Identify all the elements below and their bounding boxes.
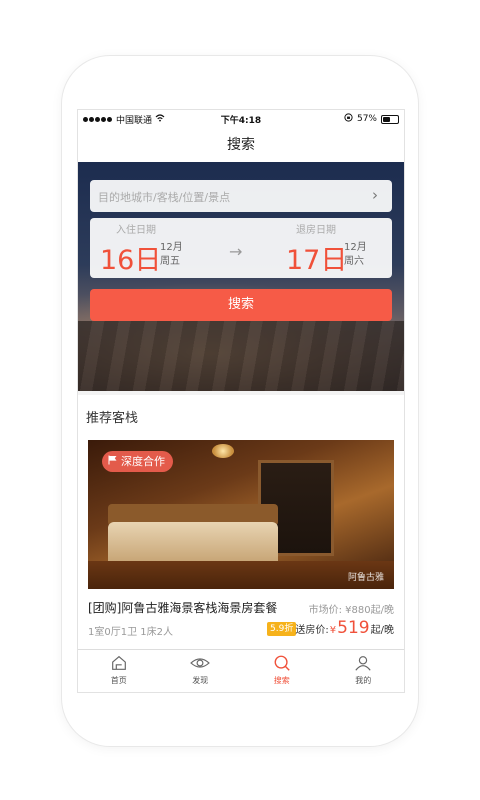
- checkin-month-weekday[interactable]: 12月 周五: [160, 241, 183, 269]
- checkin-month: 12月: [160, 242, 183, 253]
- rotation-lock-icon: [344, 113, 353, 125]
- search-hero: 目的地城市/客栈/位置/景点 › 入住日期 退房日期 16日 12月 周五 → …: [78, 162, 404, 391]
- room-info: 1室0厅1卫 1床2人: [88, 627, 173, 638]
- discount-badge: 5.9折: [267, 622, 297, 636]
- price-prefix: 送房价:: [295, 625, 329, 636]
- price-currency: ¥: [329, 625, 337, 636]
- flag-icon: [108, 451, 117, 472]
- date-picker: 入住日期 退房日期 16日 12月 周五 → 17日 12月 周六: [90, 218, 392, 278]
- price-suffix: 起/晚: [370, 625, 394, 636]
- hotel-photo[interactable]: 深度合作 阿鲁古雅: [88, 440, 394, 589]
- nav-bar: 搜索: [78, 128, 404, 162]
- tab-discover[interactable]: 发现: [160, 650, 242, 692]
- battery-icon: [381, 114, 399, 124]
- checkout-month: 12月: [344, 242, 367, 253]
- tab-bar: 首页 发现 搜索 我的: [78, 649, 405, 692]
- checkout-month-weekday[interactable]: 12月 周六: [344, 241, 367, 269]
- destination-input[interactable]: 目的地城市/客栈/位置/景点 ›: [90, 180, 392, 212]
- checkin-label: 入住日期: [116, 225, 156, 236]
- tab-home[interactable]: 首页: [78, 650, 160, 692]
- badge-label: 深度合作: [121, 455, 165, 468]
- eye-icon: [190, 658, 211, 668]
- tab-search[interactable]: 搜索: [241, 650, 323, 692]
- page-title: 搜索: [227, 137, 255, 153]
- hero-rooftops: [78, 321, 404, 391]
- partner-badge: 深度合作: [102, 451, 173, 472]
- search-button[interactable]: 搜索: [90, 289, 392, 321]
- battery-percent: 57%: [356, 114, 377, 124]
- hotel-name[interactable]: [团购]阿鲁古雅海景客栈海景房套餐: [88, 599, 277, 616]
- photo-watermark: 阿鲁古雅: [347, 573, 384, 583]
- tab-label: 搜索: [273, 676, 290, 685]
- checkin-weekday: 周五: [160, 256, 180, 267]
- arrow-right-icon: →: [229, 242, 243, 261]
- checkout-weekday: 周六: [344, 256, 364, 267]
- checkout-day[interactable]: 17日: [286, 238, 347, 277]
- home-icon: [111, 655, 126, 670]
- chevron-right-icon: ›: [372, 186, 378, 204]
- status-bar: 中国联通 下午4:18 57%: [78, 110, 404, 128]
- tab-label: 首页: [110, 676, 127, 685]
- section-title: 推荐客栈: [86, 411, 139, 426]
- checkout-label: 退房日期: [296, 225, 336, 236]
- user-icon: [355, 656, 371, 671]
- search-icon: [274, 655, 290, 671]
- tab-mine[interactable]: 我的: [323, 650, 405, 692]
- tab-label: 我的: [355, 676, 372, 685]
- photo-chandelier: [212, 444, 234, 458]
- hotel-price: 519: [337, 618, 370, 638]
- checkin-day[interactable]: 16日: [100, 238, 161, 277]
- price-line: 送房价: ¥ 519 起/晚: [295, 618, 394, 638]
- tab-label: 发现: [192, 676, 209, 685]
- destination-placeholder: 目的地城市/客栈/位置/景点: [98, 191, 231, 204]
- app-screen: 中国联通 下午4:18 57% 搜索 目的地城市/客栈/位置/景点 › 入住日期…: [77, 109, 405, 693]
- market-price: 市场价: ¥880起/晚: [308, 605, 394, 616]
